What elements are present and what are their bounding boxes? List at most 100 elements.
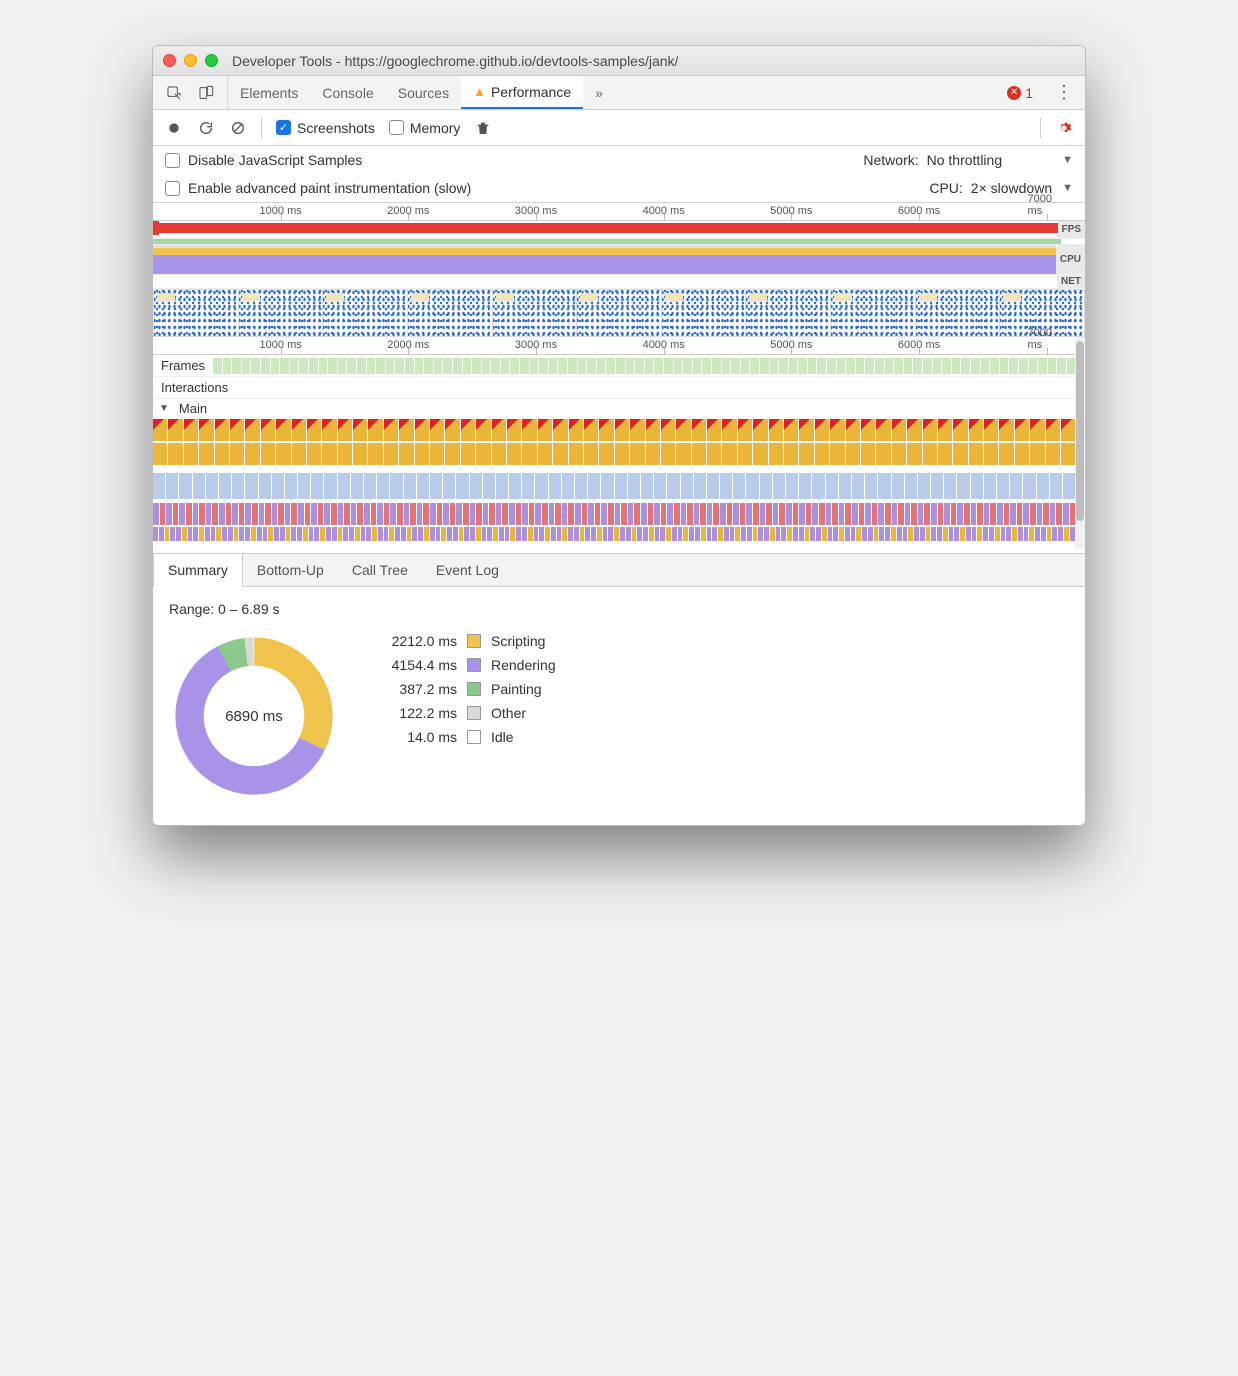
screenshot-thumbnail[interactable]	[493, 290, 577, 336]
tab-performance-label: Performance	[491, 84, 571, 100]
legend-swatch	[467, 634, 481, 648]
screenshot-thumbnail[interactable]	[239, 290, 323, 336]
ruler-tick: 4000 ms	[643, 339, 685, 351]
fps-lane: FPS	[153, 221, 1085, 239]
warning-icon: ▲	[473, 84, 486, 99]
legend-swatch	[467, 658, 481, 672]
tab-console[interactable]: Console	[310, 76, 385, 109]
screenshots-toggle[interactable]: Screenshots	[276, 120, 375, 136]
screenshot-thumbnail[interactable]	[662, 290, 746, 336]
overview-pane[interactable]: 1000 ms2000 ms3000 ms4000 ms5000 ms6000 …	[153, 202, 1085, 337]
legend-value: 14.0 ms	[365, 729, 457, 745]
ruler-tick: 1000 ms	[260, 339, 302, 351]
record-button[interactable]	[165, 119, 183, 137]
capture-settings-row-2: Enable advanced paint instrumentation (s…	[153, 174, 1085, 202]
summary-pane: Range: 0 – 6.89 s 6890 ms 2212.0 msScrip…	[153, 587, 1085, 825]
window-title: Developer Tools - https://googlechrome.g…	[232, 53, 678, 69]
checkbox-paint-instrumentation[interactable]	[165, 181, 180, 196]
legend-label: Idle	[491, 729, 514, 745]
disable-js-label: Disable JavaScript Samples	[188, 152, 362, 168]
tabs-overflow-button[interactable]: »	[583, 76, 615, 109]
devtools-window: Developer Tools - https://googlechrome.g…	[152, 45, 1086, 826]
interactions-label: Interactions	[153, 380, 236, 395]
interactions-track[interactable]: Interactions	[153, 377, 1085, 399]
minimize-window-button[interactable]	[184, 54, 197, 67]
overview-ruler[interactable]: 1000 ms2000 ms3000 ms4000 ms5000 ms6000 …	[153, 203, 1085, 221]
traffic-lights	[163, 54, 218, 67]
legend-value: 387.2 ms	[365, 681, 457, 697]
legend-value: 2212.0 ms	[365, 633, 457, 649]
summary-legend: 2212.0 msScripting 4154.4 msRendering 387.…	[365, 633, 556, 745]
cpu-lane: CPU	[153, 245, 1085, 275]
checkbox-memory[interactable]	[389, 120, 404, 135]
screenshot-thumbnail[interactable]	[323, 290, 407, 336]
frames-strip	[213, 358, 1075, 374]
paint-instrumentation-label: Enable advanced paint instrumentation (s…	[188, 180, 471, 196]
ruler-tick: 7000 ms	[1028, 193, 1066, 217]
network-value: No throttling	[927, 152, 1002, 168]
legend-row: 14.0 ms Idle	[365, 729, 556, 745]
window-titlebar: Developer Tools - https://googlechrome.g…	[153, 46, 1085, 76]
legend-swatch	[467, 706, 481, 720]
ruler-tick: 2000 ms	[387, 339, 429, 351]
legend-row: 4154.4 msRendering	[365, 657, 556, 673]
device-toolbar-icon[interactable]	[197, 84, 215, 102]
main-track-header[interactable]: ▼ Main	[153, 399, 1085, 417]
tab-sources[interactable]: Sources	[386, 76, 461, 109]
ruler-tick: 5000 ms	[770, 339, 812, 351]
vertical-scrollbar[interactable]	[1075, 337, 1085, 549]
flamechart-pane[interactable]: 1000 ms2000 ms3000 ms4000 ms5000 ms6000 …	[153, 337, 1085, 549]
ruler-tick: 3000 ms	[515, 339, 557, 351]
flame-ruler[interactable]: 1000 ms2000 ms3000 ms4000 ms5000 ms6000 …	[153, 337, 1085, 355]
screenshot-thumbnail[interactable]	[916, 290, 1000, 336]
screenshot-thumbnail[interactable]	[746, 290, 830, 336]
performance-toolbar: Screenshots Memory	[153, 110, 1085, 146]
checkbox-screenshots[interactable]	[276, 120, 291, 135]
fps-label: FPS	[1058, 221, 1085, 238]
frames-track[interactable]: Frames	[153, 355, 1085, 377]
net-label: NET	[1057, 275, 1085, 288]
capture-settings-button[interactable]	[1055, 119, 1073, 137]
clear-button[interactable]	[229, 119, 247, 137]
zoom-window-button[interactable]	[205, 54, 218, 67]
ruler-tick: 1000 ms	[260, 205, 302, 217]
network-throttling-select[interactable]: No throttling ▼	[927, 152, 1073, 168]
more-options-button[interactable]: ⋮	[1043, 76, 1085, 109]
expand-triangle-icon[interactable]: ▼	[159, 403, 169, 414]
ruler-tick: 5000 ms	[770, 205, 812, 217]
reload-record-button[interactable]	[197, 119, 215, 137]
panel-tabs-bar: Elements Console Sources ▲ Performance »…	[153, 76, 1085, 110]
tab-call-tree[interactable]: Call Tree	[338, 554, 422, 586]
tab-performance[interactable]: ▲ Performance	[461, 76, 583, 109]
ruler-tick: 4000 ms	[643, 205, 685, 217]
memory-label: Memory	[410, 120, 461, 136]
cpu-label: CPU:	[929, 180, 962, 196]
screenshot-thumbnail[interactable]	[154, 290, 238, 336]
garbage-collect-button[interactable]	[474, 119, 492, 137]
error-icon: ✕	[1007, 86, 1021, 100]
error-indicator[interactable]: ✕ 1	[997, 76, 1043, 109]
capture-settings-row-1: Disable JavaScript Samples Network: No t…	[153, 146, 1085, 174]
close-window-button[interactable]	[163, 54, 176, 67]
panel-tabs: Elements Console Sources ▲ Performance »	[228, 76, 615, 109]
screenshot-thumbnail[interactable]	[577, 290, 661, 336]
legend-swatch	[467, 730, 481, 744]
summary-donut-chart: 6890 ms	[169, 631, 339, 801]
network-label: Network:	[863, 152, 918, 168]
tab-bottom-up[interactable]: Bottom-Up	[243, 554, 338, 586]
legend-label: Painting	[491, 681, 542, 697]
inspect-element-icon[interactable]	[165, 84, 183, 102]
screenshot-thumbnail[interactable]	[831, 290, 915, 336]
screenshot-thumbnail[interactable]	[408, 290, 492, 336]
screenshot-filmstrip[interactable]	[153, 289, 1085, 337]
legend-label: Rendering	[491, 657, 556, 673]
ruler-tick: 7000 ms	[1028, 327, 1066, 351]
flame-chart[interactable]	[153, 419, 1075, 549]
legend-row: 2212.0 msScripting	[365, 633, 556, 649]
memory-toggle[interactable]: Memory	[389, 120, 461, 136]
tab-elements[interactable]: Elements	[228, 76, 310, 109]
legend-swatch	[467, 682, 481, 696]
tab-summary[interactable]: Summary	[153, 554, 243, 587]
checkbox-disable-js-samples[interactable]	[165, 153, 180, 168]
tab-event-log[interactable]: Event Log	[422, 554, 513, 586]
